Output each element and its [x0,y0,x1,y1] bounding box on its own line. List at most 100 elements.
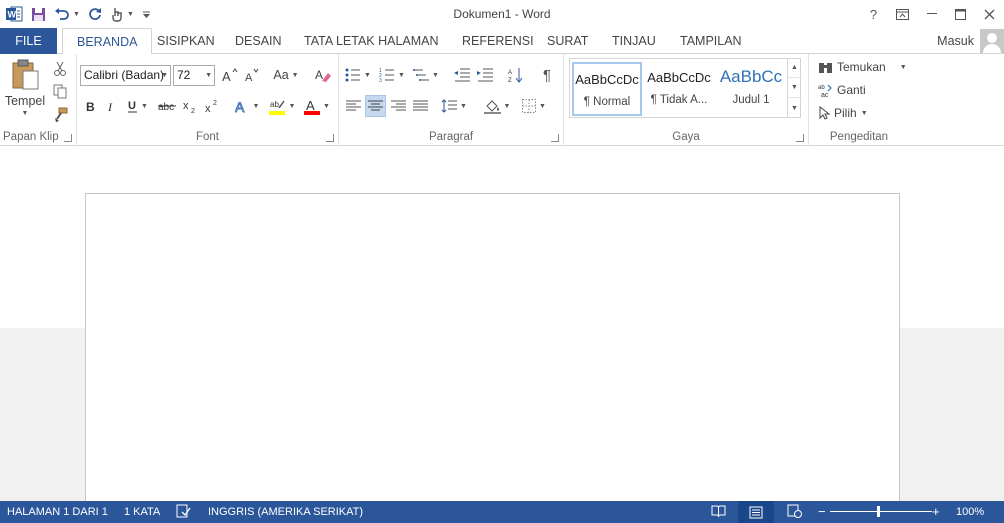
document-page[interactable] [85,193,900,513]
font-size-select[interactable]: 72 ▼ [173,65,215,86]
clipboard-group: Tempel ▼ Papan Klip [0,54,77,146]
select-button[interactable]: Pilih ▼ [818,106,868,120]
zoom-out-icon[interactable]: − [818,504,826,519]
show-formatting-marks-icon[interactable]: ¶ [536,64,558,86]
svg-text:A: A [508,70,512,76]
subscript-icon[interactable]: x2 [181,96,201,116]
proofing-icon[interactable] [176,504,191,521]
svg-text:A: A [245,72,253,83]
scroll-down-icon[interactable]: ▼ [788,78,801,98]
decrease-indent-icon[interactable] [451,64,473,86]
sort-icon[interactable]: AZ [505,64,527,86]
align-right-icon[interactable] [388,95,408,117]
shading-button[interactable]: ▼ [481,95,513,117]
change-case-label: Aa [273,68,289,82]
grow-font-icon[interactable]: A [220,64,240,86]
superscript-icon[interactable]: x2 [203,96,223,116]
styles-dialog-launcher[interactable] [796,134,804,142]
sign-in-link[interactable]: Masuk [937,34,974,48]
multilevel-list-button[interactable]: ▼ [411,64,441,86]
scroll-up-icon[interactable]: ▲ [788,58,801,78]
zoom-level[interactable]: 100% [956,506,984,518]
underline-button[interactable]: U ▼ [124,96,152,116]
font-color-button[interactable]: A ▼ [301,96,333,116]
line-spacing-button[interactable]: ▼ [439,95,469,117]
avatar[interactable] [980,29,1004,53]
chevron-down-icon: ▼ [860,109,868,117]
justify-icon[interactable] [410,95,430,117]
chevron-down-icon: ▼ [161,72,168,79]
tab-tata-letak-halaman[interactable]: TATA LETAK HALAMAN [290,28,453,54]
zoom-slider-thumb[interactable] [877,506,880,517]
bold-icon[interactable]: B [82,96,100,116]
chevron-down-icon: ▼ [364,71,371,79]
font-family-select[interactable]: Calibri (Badan) ▼ [80,65,171,86]
style-gallery-scroll: ▲ ▼ ▼ [787,58,801,118]
cursor-icon [819,106,830,120]
print-layout-icon[interactable] [738,501,774,523]
font-dialog-launcher[interactable] [326,134,334,142]
clipboard-dialog-launcher[interactable] [64,134,72,142]
underline-icon: U [128,100,138,113]
page-count[interactable]: HALAMAN 1 DARI 1 [7,506,108,518]
language-indicator[interactable]: INGGRIS (AMERIKA SERIKAT) [208,506,363,518]
word-count[interactable]: 1 KATA [124,506,160,518]
style-no-spacing[interactable]: AaBbCcDc ¶ Tidak A... [644,62,714,116]
copy-icon[interactable] [50,81,70,101]
tab-sisipkan[interactable]: SISIPKAN [143,28,229,54]
format-painter-icon[interactable] [50,104,70,124]
tab-tinjau[interactable]: TINJAU [598,28,670,54]
style-heading-1[interactable]: AaBbCc Judul 1 [716,62,786,116]
web-layout-icon[interactable] [787,504,802,521]
more-styles-icon[interactable]: ▼ [788,98,801,118]
multilevel-list-icon [413,69,430,81]
minimize-icon[interactable] [917,0,946,28]
borders-button[interactable]: ▼ [518,95,550,117]
shrink-font-icon[interactable]: A [242,64,262,86]
paste-icon [12,59,39,90]
borders-icon [522,99,537,113]
italic-icon[interactable]: I [103,96,121,116]
paragraph-dialog-launcher[interactable] [551,134,559,142]
svg-text:abc: abc [158,102,174,112]
align-left-icon[interactable] [343,95,363,117]
highlight-icon: ab [268,100,285,115]
find-label: Temukan [837,60,886,74]
zoom-slider-track[interactable] [830,511,932,512]
cut-icon[interactable] [50,58,70,78]
binoculars-icon [819,62,832,73]
zoom-in-icon[interactable]: + [932,504,940,519]
numbering-button[interactable]: 123 ▼ [377,64,407,86]
increase-indent-icon[interactable] [474,64,496,86]
maximize-icon[interactable] [946,0,975,28]
editing-group-label: Pengeditan [829,131,889,143]
tab-file[interactable]: FILE [0,28,57,54]
close-icon[interactable] [975,0,1004,28]
help-button[interactable]: ? [859,0,888,28]
chevron-down-icon: ▼ [503,102,511,110]
text-effects-button[interactable]: A ▼ [233,96,261,116]
align-center-icon[interactable] [365,95,386,117]
read-mode-icon[interactable] [711,504,726,521]
replace-button[interactable]: ab ac Ganti [818,83,866,97]
chevron-down-icon: ▼ [899,63,907,71]
account-area[interactable]: Masuk [937,28,1004,54]
strikethrough-icon[interactable]: abc [157,96,179,116]
tab-beranda[interactable]: BERANDA [62,28,153,55]
style-name: Judul 1 [732,94,770,106]
tab-desain[interactable]: DESAIN [221,28,296,54]
change-case-button[interactable]: Aa ▼ [270,64,302,86]
style-preview: AaBbCc [719,67,783,86]
find-button[interactable]: Temukan ▼ [818,60,907,74]
style-gallery: AaBbCcDc ¶ Normal AaBbCcDc ¶ Tidak A... … [569,58,801,118]
highlight-button[interactable]: ab ▼ [266,96,298,116]
style-normal[interactable]: AaBbCcDc ¶ Normal [572,62,642,116]
chevron-down-icon: ▼ [141,102,148,110]
tab-tampilan[interactable]: TAMPILAN [666,28,756,54]
chevron-down-icon: ▼ [205,72,212,79]
bullets-button[interactable]: ▼ [343,64,373,86]
ribbon-display-options-icon[interactable] [888,0,917,28]
tab-surat[interactable]: SURAT [533,28,602,54]
clear-formatting-icon[interactable]: A [313,64,333,86]
paste-button[interactable]: Tempel ▼ [3,58,47,126]
